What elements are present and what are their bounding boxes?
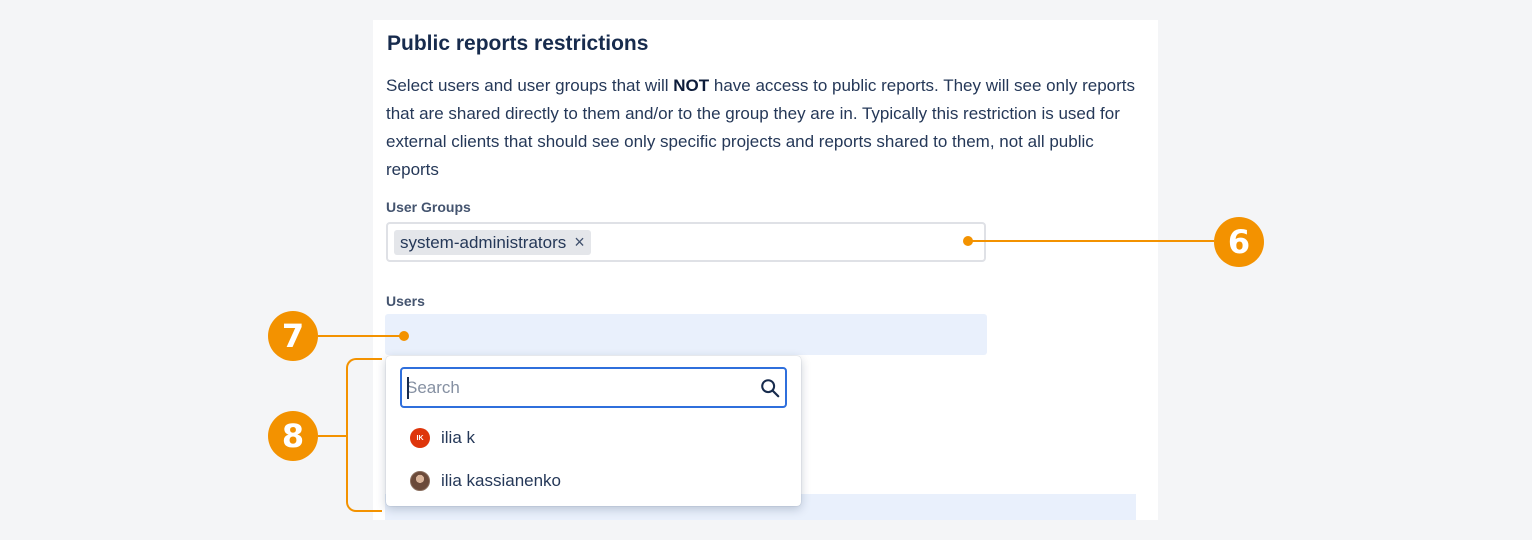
user-option[interactable]: ilia kassianenko bbox=[410, 469, 561, 493]
users-label: Users bbox=[386, 293, 425, 309]
callout-6-marker: 6 bbox=[1214, 217, 1264, 267]
callout-7-anchor bbox=[399, 331, 409, 341]
user-option-name: ilia kassianenko bbox=[441, 471, 562, 490]
callout-7-line bbox=[318, 335, 404, 337]
section-description: Select users and user groups that will N… bbox=[386, 72, 1146, 184]
search-input[interactable] bbox=[406, 373, 756, 402]
user-option[interactable]: IK ilia k bbox=[410, 426, 475, 450]
callout-8-marker: 8 bbox=[268, 411, 318, 461]
description-text-start: Select users and user groups that will bbox=[386, 76, 674, 95]
group-tag-label: system-administrators bbox=[400, 232, 567, 252]
text-cursor bbox=[407, 377, 409, 399]
avatar bbox=[410, 471, 430, 491]
search-field[interactable] bbox=[400, 367, 787, 408]
user-option-name: ilia k bbox=[441, 428, 476, 447]
users-dropdown: IK ilia k ilia kassianenko bbox=[386, 356, 801, 506]
callout-8-line bbox=[318, 435, 348, 437]
search-icon[interactable] bbox=[759, 377, 781, 399]
callout-7-marker: 7 bbox=[268, 311, 318, 361]
description-emphasis: NOT bbox=[673, 76, 710, 95]
avatar: IK bbox=[410, 428, 430, 448]
user-groups-select[interactable]: system-administrators × bbox=[386, 222, 986, 262]
callout-8-bracket bbox=[346, 358, 382, 512]
callout-6-line bbox=[968, 240, 1214, 242]
user-groups-label: User Groups bbox=[386, 199, 471, 215]
group-tag: system-administrators × bbox=[394, 230, 591, 255]
remove-tag-icon[interactable]: × bbox=[574, 232, 585, 253]
section-title: Public reports restrictions bbox=[387, 32, 649, 55]
users-select[interactable] bbox=[385, 314, 987, 355]
